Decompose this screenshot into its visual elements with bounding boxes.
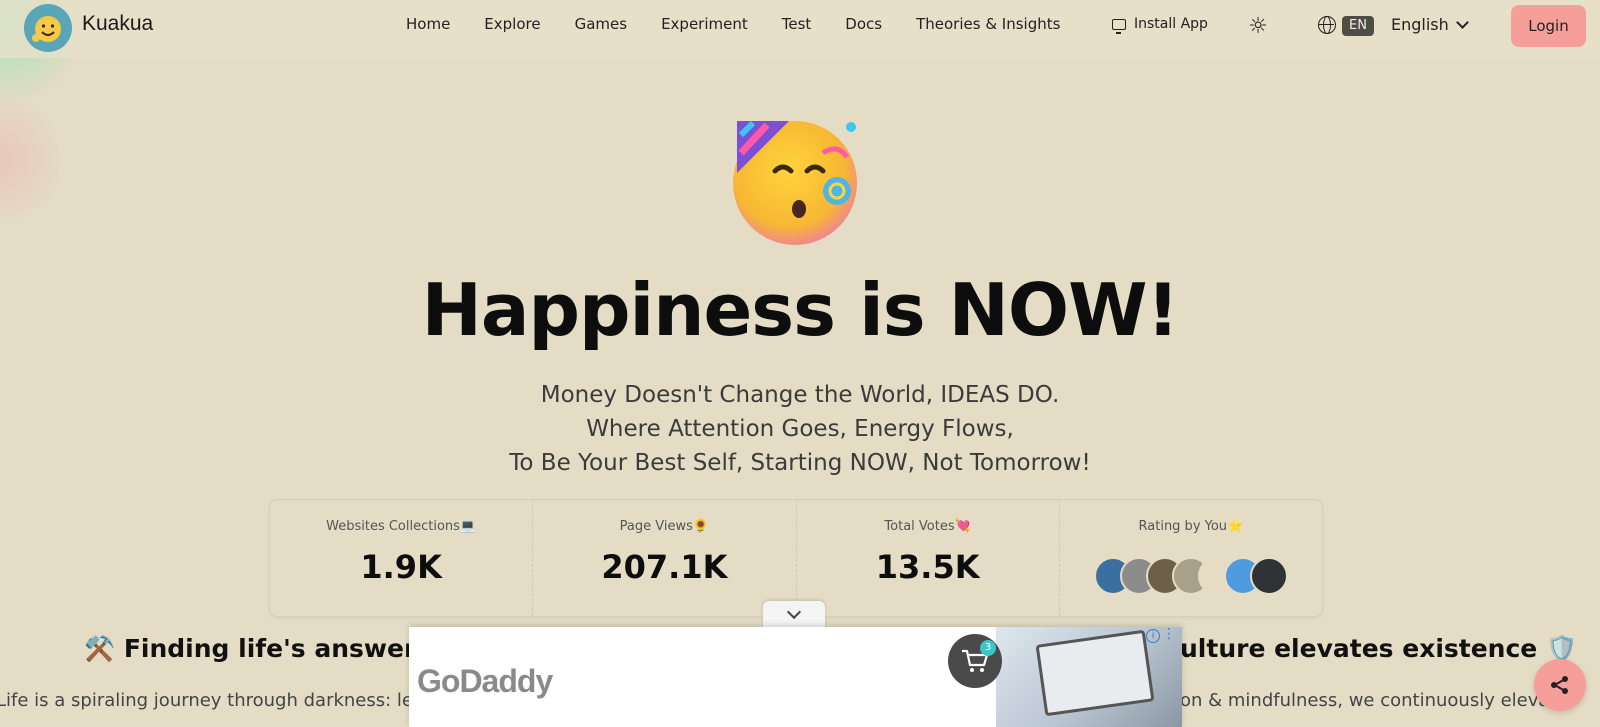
avatar-group[interactable] <box>1093 557 1288 595</box>
advertisement-banner[interactable]: GoDaddy i ⋮ 3 <box>409 627 1182 727</box>
login-button[interactable]: Login <box>1511 5 1586 47</box>
nav-theories-insights[interactable]: Theories & Insights <box>916 15 1060 33</box>
stat-label: Rating by You⭐ <box>1138 519 1244 534</box>
stat-total-votes: Total Votes💘 13.5K <box>797 500 1060 616</box>
stat-value: 13.5K <box>875 548 980 586</box>
stat-value: 207.1K <box>601 548 728 586</box>
ad-brand-logo[interactable]: GoDaddy <box>417 663 553 700</box>
ad-cart-button[interactable]: 3 <box>948 634 1002 688</box>
hero-subtitle-line-3: To Be Your Best Self, Starting NOW, Not … <box>509 450 1091 476</box>
nav-explore[interactable]: Explore <box>484 15 540 33</box>
ad-info-icon[interactable]: i <box>1146 629 1160 643</box>
avatar[interactable] <box>1249 557 1288 595</box>
stat-value: 1.9K <box>360 548 442 586</box>
section-heading-culture: ulture elevates existence 🛡️ <box>1180 634 1578 663</box>
share-icon <box>1551 676 1568 694</box>
section-paragraph-left: Life is a spiraling journey through dark… <box>0 690 413 711</box>
install-app-label: Install App <box>1134 16 1208 32</box>
globe-icon[interactable] <box>1318 16 1336 34</box>
chevron-down-icon <box>786 604 802 620</box>
ad-more-options-icon[interactable]: ⋮ <box>1162 627 1176 641</box>
partying-face-icon <box>727 113 863 249</box>
nav-home[interactable]: Home <box>406 15 450 33</box>
brand-name[interactable]: Kuakua <box>82 12 153 36</box>
laptop-icon <box>1035 629 1155 717</box>
sun-icon[interactable]: ☼ <box>1246 15 1270 39</box>
nav-docs[interactable]: Docs <box>845 15 882 33</box>
ad-laptop-image[interactable]: i ⋮ <box>996 627 1182 727</box>
language-code-badge[interactable]: EN <box>1342 16 1374 36</box>
language-label[interactable]: English <box>1391 15 1449 34</box>
hero-subtitle-line-2: Where Attention Goes, Energy Flows, <box>586 416 1014 442</box>
monitor-icon <box>1112 18 1126 34</box>
hero-title: Happiness is NOW! <box>421 268 1180 352</box>
share-button[interactable] <box>1534 659 1586 711</box>
chevron-down-icon[interactable] <box>1456 16 1469 29</box>
brand-logo-icon[interactable] <box>24 4 72 52</box>
hero-subtitle-line-1: Money Doesn't Change the World, IDEAS DO… <box>540 382 1060 408</box>
stat-websites: Websites Collections💻 1.9K <box>270 500 534 616</box>
main-nav: Home Explore Games Experiment Test Docs … <box>406 15 1094 33</box>
stat-label: Total Votes💘 <box>884 519 971 534</box>
nav-test[interactable]: Test <box>782 15 812 33</box>
install-app-button[interactable]: Install App <box>1112 16 1208 34</box>
stats-panel: Websites Collections💻 1.9K Page Views🌻 2… <box>269 499 1323 617</box>
stat-label: Websites Collections💻 <box>326 519 477 534</box>
stat-rating: Rating by You⭐ <box>1060 500 1322 616</box>
stat-page-views: Page Views🌻 207.1K <box>533 500 797 616</box>
ad-collapse-toggle[interactable] <box>763 601 825 629</box>
smiling-face-logo-icon <box>29 9 67 47</box>
section-paragraph-right: on & mindfulness, we continuously eleva <box>1180 690 1550 711</box>
nav-experiment[interactable]: Experiment <box>661 15 748 33</box>
decorative-blob-pink <box>0 90 60 230</box>
cart-count-badge: 3 <box>980 640 996 656</box>
stat-label: Page Views🌻 <box>619 519 710 534</box>
nav-games[interactable]: Games <box>575 15 627 33</box>
top-navbar: Kuakua Home Explore Games Experiment Tes… <box>0 0 1600 58</box>
